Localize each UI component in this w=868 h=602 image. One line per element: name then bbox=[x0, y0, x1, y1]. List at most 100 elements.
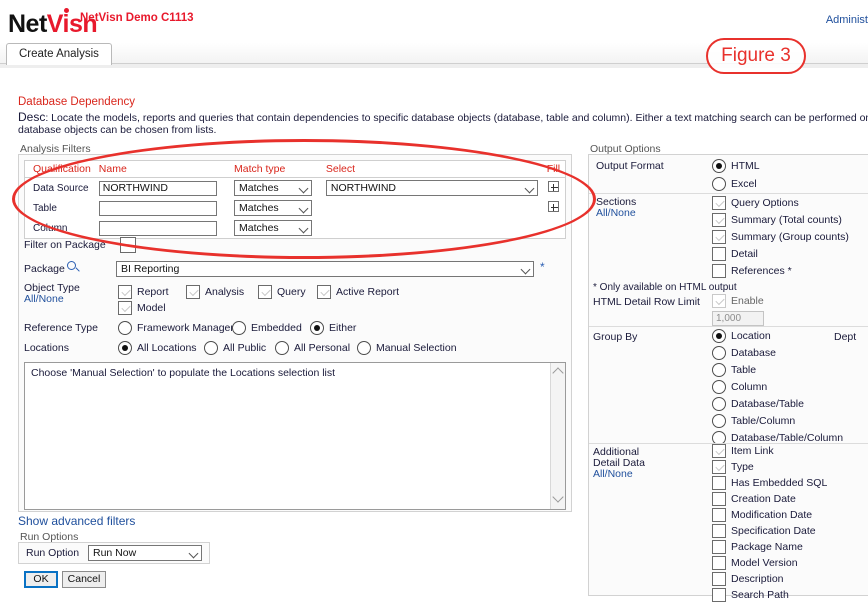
scroll-up-icon[interactable] bbox=[552, 367, 564, 379]
model-version-checkbox[interactable] bbox=[712, 556, 726, 570]
group-by-column[interactable]: Column bbox=[712, 380, 767, 394]
show-advanced-filters-link[interactable]: Show advanced filters bbox=[18, 514, 135, 528]
detail-modification-date[interactable]: Modification Date bbox=[712, 508, 812, 522]
modification-date-checkbox[interactable] bbox=[712, 508, 726, 522]
section-summary-group[interactable]: Summary (Group counts) bbox=[712, 230, 849, 244]
all-locations-radio[interactable] bbox=[118, 341, 132, 355]
section-summary-total[interactable]: Summary (Total counts) bbox=[712, 213, 842, 227]
reference-type-framework-manager[interactable]: Framework Manager bbox=[118, 321, 234, 335]
object-type-active-report[interactable]: Active Report bbox=[317, 285, 399, 299]
detail-package-name[interactable]: Package Name bbox=[712, 540, 803, 554]
search-icon[interactable] bbox=[67, 261, 80, 274]
section-references[interactable]: References * bbox=[712, 264, 792, 278]
detail-description[interactable]: Description bbox=[712, 572, 784, 586]
table-column-radio[interactable] bbox=[712, 414, 726, 428]
object-type-report[interactable]: Report bbox=[118, 285, 169, 299]
locations-list[interactable]: Choose 'Manual Selection' to populate th… bbox=[24, 362, 566, 510]
analysis-checkbox[interactable] bbox=[186, 285, 200, 299]
type-checkbox[interactable] bbox=[712, 460, 726, 474]
detail-model-version[interactable]: Model Version bbox=[712, 556, 798, 570]
detail-data-allnone-link[interactable]: All/None bbox=[593, 468, 633, 480]
either-radio[interactable] bbox=[310, 321, 324, 335]
match-type-select-column[interactable]: Matches bbox=[234, 220, 312, 236]
name-input-table[interactable] bbox=[98, 200, 217, 216]
table-radio[interactable] bbox=[712, 363, 726, 377]
fill-plus-icon[interactable] bbox=[547, 181, 559, 192]
detail-search-path[interactable]: Search Path bbox=[712, 588, 789, 602]
has-embedded-sql-checkbox[interactable] bbox=[712, 476, 726, 490]
search-path-checkbox[interactable] bbox=[712, 588, 726, 602]
name-input-column[interactable] bbox=[98, 220, 217, 236]
match-type-select-datasource[interactable]: Matches bbox=[234, 180, 312, 196]
output-format-excel[interactable]: Excel bbox=[712, 177, 757, 191]
embedded-radio[interactable] bbox=[232, 321, 246, 335]
reference-type-either[interactable]: Either bbox=[310, 321, 356, 335]
group-by-table-column[interactable]: Table/Column bbox=[712, 414, 795, 428]
detail-checkbox[interactable] bbox=[712, 247, 726, 261]
excel-radio[interactable] bbox=[712, 177, 726, 191]
locations-all-personal[interactable]: All Personal bbox=[275, 341, 350, 355]
database-radio[interactable] bbox=[712, 346, 726, 360]
locations-manual-selection[interactable]: Manual Selection bbox=[357, 341, 457, 355]
row-limit-enable-checkbox[interactable] bbox=[712, 294, 726, 308]
query-checkbox[interactable] bbox=[258, 285, 272, 299]
row-limit-input[interactable] bbox=[712, 311, 764, 326]
item-link-checkbox[interactable] bbox=[712, 444, 726, 458]
model-checkbox[interactable] bbox=[118, 301, 132, 315]
fill-plus-icon[interactable] bbox=[547, 201, 559, 212]
reference-type-embedded[interactable]: Embedded bbox=[232, 321, 302, 335]
run-option-select[interactable]: Run Now bbox=[88, 545, 202, 561]
summary-total-checkbox[interactable] bbox=[712, 213, 726, 227]
report-checkbox[interactable] bbox=[118, 285, 132, 299]
object-type-allnone-link[interactable]: All/None bbox=[24, 293, 64, 305]
all-public-radio[interactable] bbox=[204, 341, 218, 355]
match-type-select-table[interactable]: Matches bbox=[234, 200, 312, 216]
detail-specification-date[interactable]: Specification Date bbox=[712, 524, 816, 538]
location-radio[interactable] bbox=[712, 329, 726, 343]
output-format-html[interactable]: HTML bbox=[712, 159, 760, 173]
all-personal-radio[interactable] bbox=[275, 341, 289, 355]
manual-selection-radio[interactable] bbox=[357, 341, 371, 355]
html-radio[interactable] bbox=[712, 159, 726, 173]
object-type-model[interactable]: Model bbox=[118, 301, 166, 315]
locations-all-locations[interactable]: All Locations bbox=[118, 341, 197, 355]
cancel-button[interactable]: Cancel bbox=[62, 571, 106, 588]
scroll-down-icon[interactable] bbox=[552, 491, 564, 503]
detail-has-embedded-sql[interactable]: Has Embedded SQL bbox=[712, 476, 827, 490]
locations-all-public[interactable]: All Public bbox=[204, 341, 266, 355]
filter-on-package-checkbox[interactable] bbox=[120, 237, 136, 253]
cell-name-table bbox=[94, 198, 230, 218]
group-by-database-table[interactable]: Database/Table bbox=[712, 397, 804, 411]
sections-allnone-link[interactable]: All/None bbox=[596, 207, 636, 219]
reference-type-label: Reference Type bbox=[24, 322, 98, 334]
description-checkbox[interactable] bbox=[712, 572, 726, 586]
administration-link[interactable]: Administ bbox=[826, 14, 868, 26]
group-by-database[interactable]: Database bbox=[712, 346, 776, 360]
tab-create-analysis[interactable]: Create Analysis bbox=[6, 43, 112, 65]
group-by-location[interactable]: Location bbox=[712, 329, 771, 343]
locations-scrollbar[interactable] bbox=[550, 363, 565, 509]
summary-group-checkbox[interactable] bbox=[712, 230, 726, 244]
object-type-analysis[interactable]: Analysis bbox=[186, 285, 244, 299]
references-checkbox[interactable] bbox=[712, 264, 726, 278]
package-select[interactable]: BI Reporting bbox=[116, 261, 534, 277]
database-table-radio[interactable] bbox=[712, 397, 726, 411]
detail-type[interactable]: Type bbox=[712, 460, 754, 474]
select-dropdown-datasource[interactable]: NORTHWIND bbox=[325, 180, 538, 196]
row-limit-enable[interactable]: Enable bbox=[712, 294, 764, 308]
framework-manager-radio[interactable] bbox=[118, 321, 132, 335]
section-query-options[interactable]: Query Options bbox=[712, 196, 799, 210]
creation-date-checkbox[interactable] bbox=[712, 492, 726, 506]
active-report-checkbox[interactable] bbox=[317, 285, 331, 299]
section-detail[interactable]: Detail bbox=[712, 247, 758, 261]
detail-item-link[interactable]: Item Link bbox=[712, 444, 774, 458]
ok-button[interactable]: OK bbox=[24, 571, 58, 588]
package-name-checkbox[interactable] bbox=[712, 540, 726, 554]
specification-date-checkbox[interactable] bbox=[712, 524, 726, 538]
group-by-table[interactable]: Table bbox=[712, 363, 756, 377]
object-type-query[interactable]: Query bbox=[258, 285, 306, 299]
detail-creation-date[interactable]: Creation Date bbox=[712, 492, 796, 506]
query-options-checkbox[interactable] bbox=[712, 196, 726, 210]
column-radio[interactable] bbox=[712, 380, 726, 394]
name-input-datasource[interactable] bbox=[98, 180, 217, 196]
